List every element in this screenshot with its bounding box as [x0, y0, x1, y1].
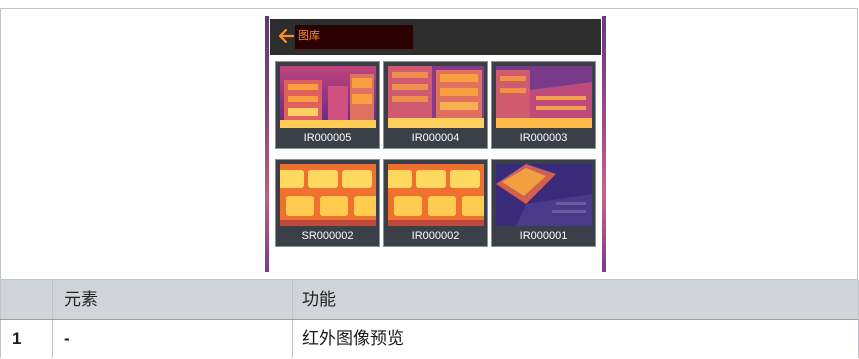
thumbnail-ir000001[interactable]: IR000001	[491, 159, 596, 247]
thermal-image	[496, 164, 592, 226]
row-number: 1	[12, 329, 22, 348]
thumbnail-sr000002[interactable]: SR000002	[275, 159, 380, 247]
thermal-image	[280, 164, 376, 226]
back-arrow-icon[interactable]	[277, 27, 295, 45]
document-figure: 图库 IR000005 IR000004 IR000003 SR000002 I…	[0, 0, 859, 358]
gallery-title-box: 图库	[295, 25, 413, 49]
row-element: -	[64, 329, 70, 348]
thermal-image	[388, 164, 484, 226]
thermal-image	[496, 66, 592, 128]
column-header-element: 元素	[64, 290, 98, 309]
table-header-row	[0, 280, 858, 319]
thumbnail-label: IR000004	[411, 132, 460, 144]
screen-edge-left	[265, 16, 269, 272]
screen-edge-right	[602, 16, 606, 272]
row-function: 红外图像预览	[302, 329, 404, 348]
thumbnail-label: IR000002	[411, 230, 460, 242]
thumbnail-ir000002[interactable]: IR000002	[383, 159, 488, 247]
device-screen: 图库 IR000005 IR000004 IR000003 SR000002 I…	[265, 16, 606, 272]
thumbnail-label: IR000005	[303, 132, 352, 144]
column-header-function: 功能	[302, 290, 336, 309]
thumbnail-ir000003[interactable]: IR000003	[491, 61, 596, 149]
thumbnail-label: SR000002	[301, 230, 354, 242]
gallery-title: 图库	[298, 30, 320, 42]
thumbnail-ir000005[interactable]: IR000005	[275, 61, 380, 149]
thumbnail-label: IR000001	[519, 230, 568, 242]
gallery-app-bar: 图库	[270, 19, 601, 55]
thermal-image	[280, 66, 376, 128]
table-row	[0, 319, 858, 359]
thumbnail-label: IR000003	[519, 132, 568, 144]
thermal-image	[388, 66, 484, 128]
thumbnail-ir000004[interactable]: IR000004	[383, 61, 488, 149]
